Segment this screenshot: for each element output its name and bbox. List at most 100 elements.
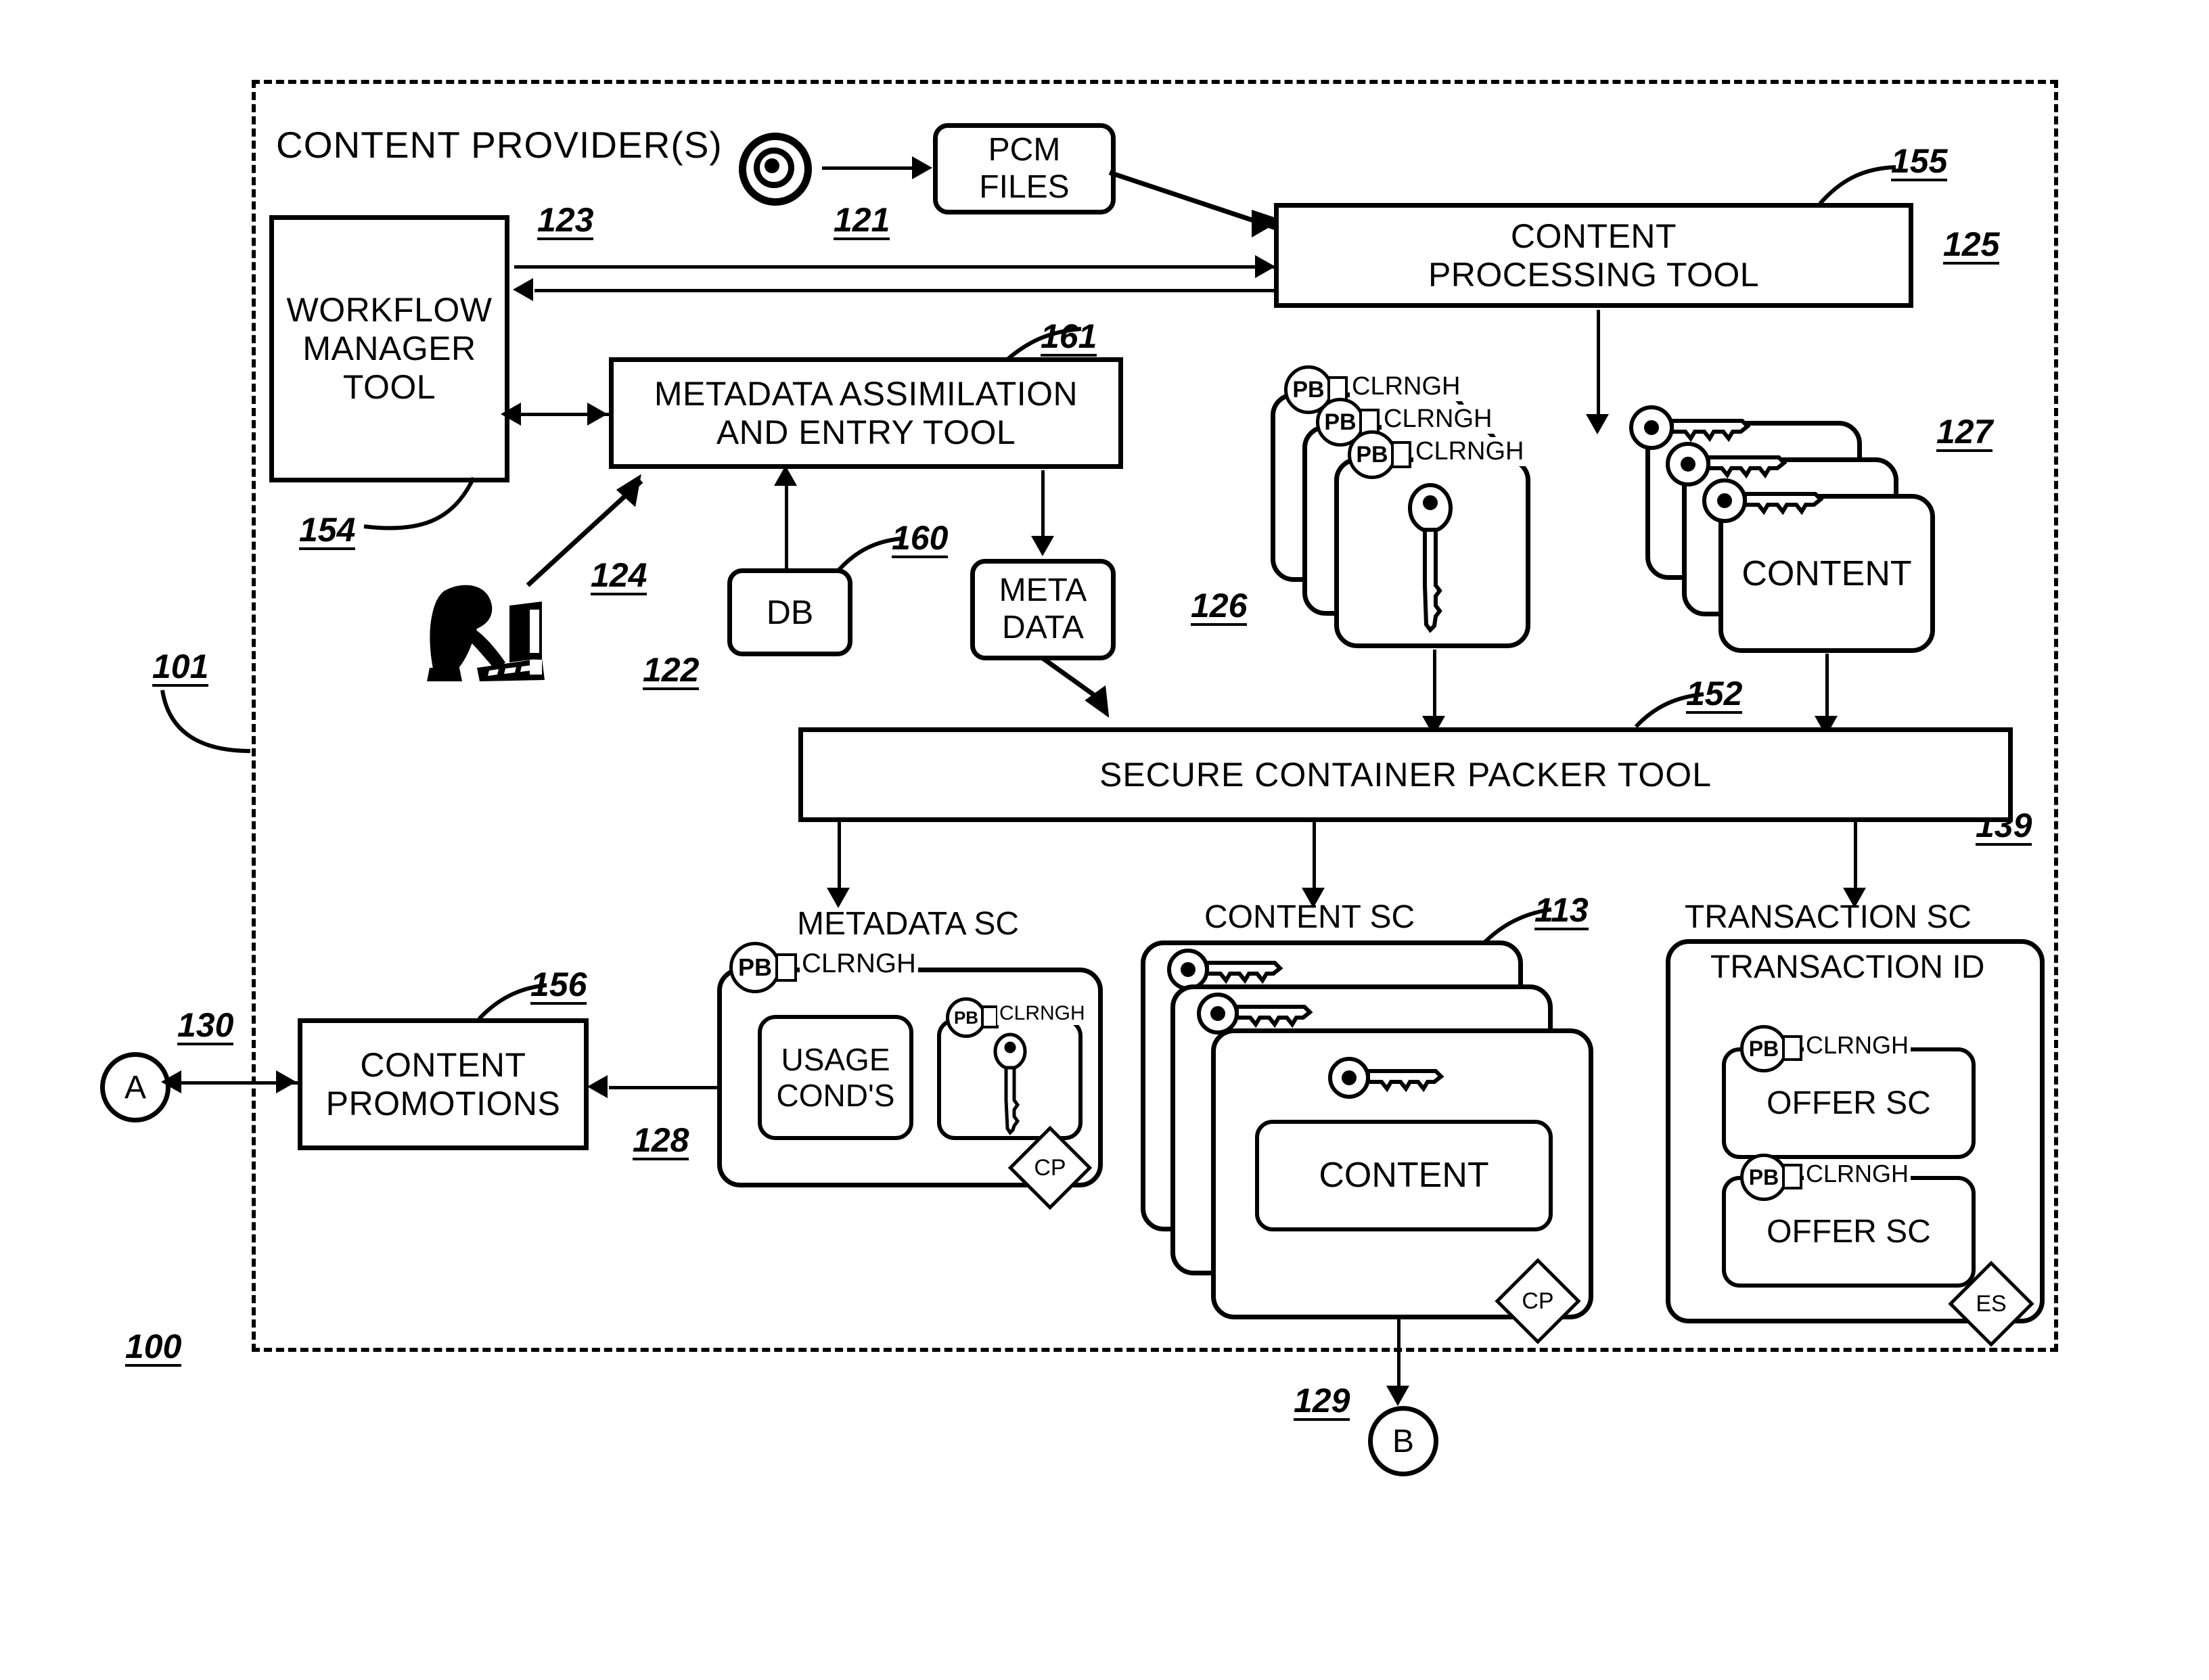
pb-badge-offer-2-label: PB	[1748, 1164, 1779, 1189]
line-metadatatool-to-metadata	[1041, 470, 1045, 538]
operator-at-computer-icon	[427, 585, 545, 681]
line-cpt-to-keystack	[1597, 310, 1600, 418]
arrowhead-contentsc-to-b	[1386, 1386, 1409, 1406]
pb-square-metadata-inner	[981, 1005, 999, 1028]
line-wmt-to-cpt	[514, 265, 1275, 269]
ref-122: 122	[643, 651, 700, 690]
transaction-id-label: TRANSACTION ID	[1710, 949, 1985, 985]
ref-152: 152	[1686, 675, 1743, 714]
line-keystack-to-packer	[1433, 650, 1436, 721]
usage-line1: USAGE	[781, 1041, 890, 1077]
usage-conditions-box: USAGE COND'S	[758, 1015, 913, 1140]
cpt-line1: CONTENT	[1510, 217, 1677, 255]
ref-125: 125	[1943, 225, 2000, 265]
arrowhead-metadatasc-to-promotions	[587, 1075, 608, 1098]
arrowhead-metadatatool-to-metadata	[1031, 536, 1054, 556]
clrngh-label-offer-2: CLRNGH	[1804, 1160, 1911, 1188]
arrowhead-db-to-metadatatool	[774, 466, 797, 486]
line-contentstack-to-packer	[1825, 654, 1829, 721]
wmt-line1: WORKFLOW	[286, 291, 493, 329]
content-processing-tool-box: CONTENT PROCESSING TOOL	[1274, 203, 1913, 308]
clrngh-label-key-2: CLRNGH	[1382, 405, 1495, 434]
pb-badge-offer-1-label: PB	[1748, 1036, 1779, 1061]
pb-badge-metadata-sc-label: PB	[737, 953, 772, 981]
metadata-line1: META	[999, 572, 1087, 609]
arrowhead-cpt-to-wmt	[513, 278, 533, 301]
line-bullseye-to-pcm	[822, 166, 917, 170]
pcm-files-line1: PCM	[988, 131, 1061, 168]
key-icon-vertical	[1408, 483, 1453, 633]
cpt-line2: PROCESSING TOOL	[1428, 255, 1760, 294]
line-metadatasc-to-promotions	[609, 1086, 721, 1089]
pb-badge-key-3: PB	[1348, 430, 1396, 479]
ref-101: 101	[152, 648, 209, 687]
connector-a-circle: A	[100, 1052, 170, 1122]
metadata-line2: DATA	[1002, 610, 1084, 645]
pb-square-metadata-sc	[775, 953, 797, 982]
mat-line1: METADATA ASSIMILATION	[654, 374, 1078, 413]
ref-154: 154	[299, 511, 356, 550]
line-packer-to-transactionsc	[1854, 822, 1857, 893]
pb-badge-metadata-sc: PB	[729, 942, 781, 993]
meta-data-box: META DATA	[970, 559, 1116, 660]
pb-square-offer-1	[1782, 1035, 1802, 1061]
arrowhead-metadatatool-right	[587, 403, 608, 426]
es-seal-transaction-sc-label: ES	[1976, 1290, 2007, 1317]
offer-sc-1-label: OFFER SC	[1767, 1085, 1931, 1121]
arrowhead-wmt-to-cpt	[1255, 255, 1275, 278]
content-sc-title: CONTENT SC	[1204, 899, 1415, 935]
mat-line2: AND ENTRY TOOL	[716, 413, 1016, 451]
clrngh-label-key-3: CLRNGH	[1413, 437, 1526, 466]
content-promotions-box: CONTENT PROMOTIONS	[298, 1018, 589, 1150]
promotions-line1: CONTENT	[360, 1045, 526, 1084]
key-icon-content-sc-3	[1328, 1057, 1444, 1099]
metadata-assimilation-tool-box: METADATA ASSIMILATION AND ENTRY TOOL	[609, 357, 1123, 469]
cp-seal-content-sc-label: CP	[1522, 1288, 1554, 1314]
offer-sc-2-label: OFFER SC	[1767, 1213, 1931, 1250]
ref-154-leader	[363, 476, 476, 530]
pb-badge-key-1-label: PB	[1292, 376, 1325, 403]
secure-container-packer-tool-box: SECURE CONTAINER PACKER TOOL	[798, 727, 2013, 822]
key-icon-metadata-inner	[993, 1032, 1027, 1135]
pb-square-key-3	[1391, 441, 1411, 468]
packer-label: SECURE CONTAINER PACKER TOOL	[1099, 755, 1712, 794]
ref-100: 100	[125, 1327, 182, 1367]
content-sc-inner-content-box: CONTENT	[1255, 1120, 1553, 1231]
ref-160: 160	[892, 519, 949, 558]
ref-113: 113	[1534, 891, 1589, 930]
ref-127: 127	[1936, 413, 1993, 452]
bullseye-icon-center	[765, 158, 779, 173]
ref-121: 121	[834, 201, 890, 240]
line-contentsc-to-b	[1397, 1319, 1400, 1390]
arrowhead-cpt-to-keystack	[1586, 414, 1609, 434]
patent-figure-page: CONTENT PROVIDER(S) 101 100 139 121 PCM …	[0, 0, 2209, 1680]
workflow-manager-tool-box: WORKFLOW MANAGER TOOL	[269, 215, 509, 482]
ref-155: 155	[1891, 142, 1948, 181]
connector-a-label: A	[124, 1069, 146, 1106]
ref-101-leader	[160, 689, 251, 753]
arrowhead-a-right	[276, 1070, 296, 1093]
pb-badge-metadata-inner-label: PB	[953, 1007, 979, 1028]
ref-124: 124	[591, 556, 647, 595]
clrngh-label-metadata-inner: CLRNGH	[997, 1002, 1087, 1025]
ref-156: 156	[530, 966, 587, 1005]
usage-line2: COND'S	[776, 1077, 895, 1113]
pb-badge-metadata-inner: PB	[946, 997, 986, 1038]
ref-161: 161	[1041, 317, 1097, 357]
promotions-line2: PROMOTIONS	[325, 1084, 561, 1122]
line-packer-to-contentsc	[1313, 822, 1316, 893]
content-sc-content-label: CONTENT	[1319, 1155, 1489, 1195]
arrowhead-wmt-left	[501, 403, 521, 426]
boundary-title: CONTENT PROVIDER(S)	[276, 124, 723, 166]
pcm-files-box: PCM FILES	[933, 123, 1116, 214]
wmt-line3: TOOL	[342, 368, 436, 406]
wmt-line2: MANAGER	[302, 330, 476, 367]
pb-badge-key-3-label: PB	[1356, 441, 1388, 468]
clrngh-label-offer-1: CLRNGH	[1804, 1031, 1911, 1060]
pb-badge-offer-2: PB	[1740, 1154, 1787, 1201]
pcm-files-line2: FILES	[979, 168, 1070, 205]
pb-badge-key-2-label: PB	[1324, 409, 1357, 435]
connector-b-label: B	[1392, 1423, 1414, 1459]
arrowhead-bullseye-to-pcm	[912, 156, 932, 179]
content-stack-label: CONTENT	[1741, 553, 1912, 593]
